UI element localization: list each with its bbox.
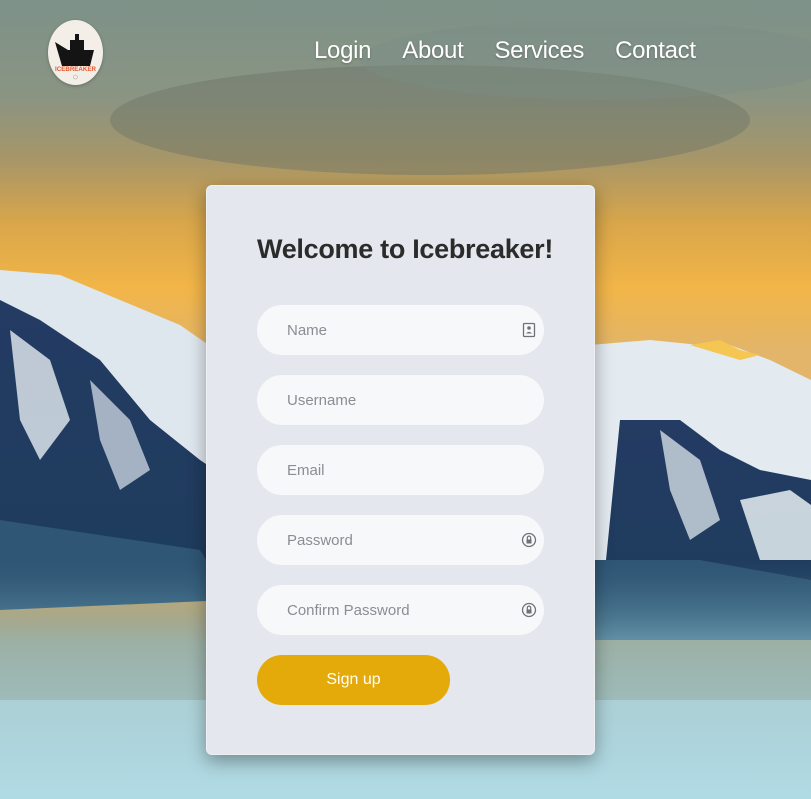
lock-icon bbox=[521, 532, 537, 548]
signup-button[interactable]: Sign up bbox=[257, 655, 450, 705]
nav-contact[interactable]: Contact bbox=[615, 36, 696, 66]
signup-card: Welcome to Icebreaker! Sign up bbox=[206, 185, 595, 755]
logo-text: ICEBREAKER bbox=[55, 66, 96, 73]
username-input[interactable] bbox=[257, 375, 544, 425]
name-field-wrapper bbox=[257, 305, 544, 355]
lock-icon bbox=[521, 602, 537, 618]
nav-login[interactable]: Login bbox=[314, 36, 372, 66]
password-field-wrapper bbox=[257, 515, 544, 565]
email-input[interactable] bbox=[257, 445, 544, 495]
icebreaker-logo[interactable]: ICEBREAKER bbox=[48, 20, 103, 85]
ship-icon: ICEBREAKER bbox=[55, 34, 96, 80]
password-input[interactable] bbox=[257, 515, 544, 565]
confirm-password-field-wrapper bbox=[257, 585, 544, 635]
nav-about[interactable]: About bbox=[402, 36, 464, 66]
name-input[interactable] bbox=[257, 305, 544, 355]
username-field-wrapper bbox=[257, 375, 544, 425]
main-nav: Login About Services Contact bbox=[314, 36, 727, 66]
email-field-wrapper bbox=[257, 445, 544, 495]
form-title: Welcome to Icebreaker! bbox=[257, 234, 554, 264]
contact-card-icon bbox=[522, 322, 536, 338]
confirm-password-input[interactable] bbox=[257, 585, 544, 635]
nav-services[interactable]: Services bbox=[494, 36, 584, 66]
